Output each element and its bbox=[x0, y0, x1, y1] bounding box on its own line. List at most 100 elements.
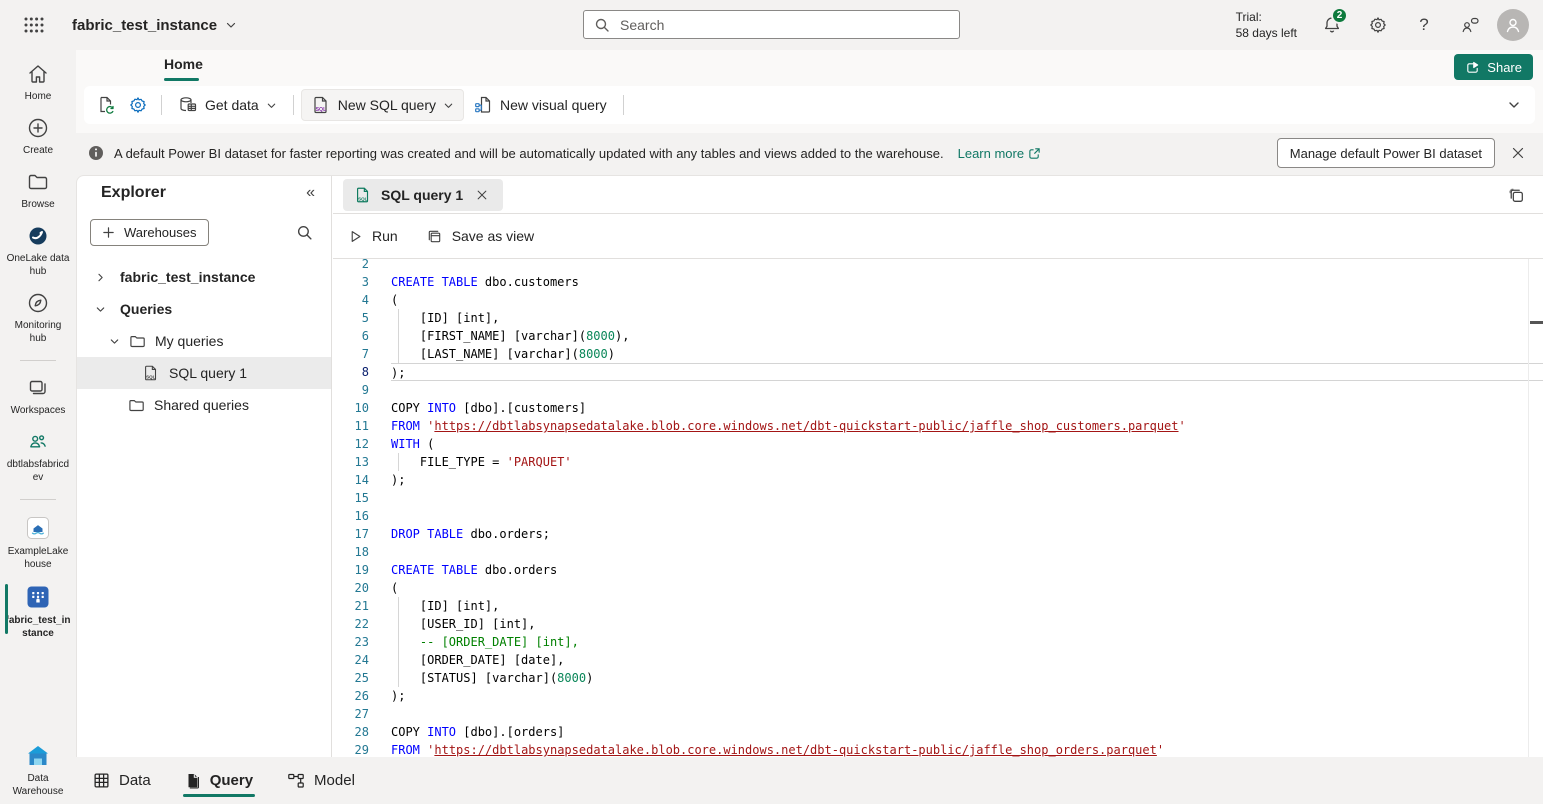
code-line[interactable]: 25 [STATUS] [varchar](8000) bbox=[333, 669, 1543, 687]
feedback-button[interactable] bbox=[1447, 1, 1493, 49]
code-line[interactable]: 12WITH ( bbox=[333, 435, 1543, 453]
code-line[interactable]: 29 FROM 'https://dbtlabsynapsedatalake.bl… bbox=[333, 741, 1543, 757]
code-line[interactable]: 26); bbox=[333, 687, 1543, 705]
code-line[interactable]: 19CREATE TABLE dbo.orders bbox=[333, 561, 1543, 579]
banner-close-button[interactable] bbox=[1505, 140, 1531, 166]
rail-item-browse[interactable]: Browse bbox=[0, 170, 76, 211]
rail-item-dbtlabsfabricdev[interactable]: dbtlabsfabricdev bbox=[0, 430, 76, 484]
tree-item-sql-query-1[interactable]: SQL SQL query 1 bbox=[77, 357, 331, 389]
tab-data[interactable]: Data bbox=[90, 757, 154, 804]
ribbon-toolbar: Get data SQL New SQL query New visual qu… bbox=[84, 86, 1535, 124]
explorer-search-button[interactable] bbox=[296, 224, 313, 241]
line-number: 17 bbox=[333, 525, 369, 543]
run-button[interactable]: Run bbox=[348, 228, 398, 244]
close-icon bbox=[1511, 146, 1525, 160]
sql-file-icon: SQL bbox=[142, 364, 160, 382]
tab-close-button[interactable] bbox=[472, 185, 492, 205]
code-line[interactable]: 2 bbox=[333, 259, 1543, 273]
tab-model-label: Model bbox=[314, 772, 355, 789]
app-launcher-button[interactable] bbox=[14, 5, 54, 45]
line-content: FROM 'https://dbtlabsynapsedatalake.blob… bbox=[391, 741, 1543, 757]
notifications-button[interactable]: 2 bbox=[1309, 1, 1355, 49]
tree-item-queries[interactable]: Queries bbox=[77, 293, 331, 325]
copy-button[interactable] bbox=[1503, 183, 1529, 207]
tree-item-my-queries[interactable]: My queries bbox=[77, 325, 331, 357]
tab-sql-query-1[interactable]: SQL SQL query 1 bbox=[343, 179, 503, 211]
tab-home[interactable]: Home bbox=[164, 56, 203, 72]
code-line[interactable]: 17DROP TABLE dbo.orders; bbox=[333, 525, 1543, 543]
code-line[interactable]: 24 [ORDER_DATE] [date], bbox=[333, 651, 1543, 669]
code-line[interactable]: 15 bbox=[333, 489, 1543, 507]
code-line[interactable]: 3CREATE TABLE dbo.customers bbox=[333, 273, 1543, 291]
rail-item-monitoring-hub[interactable]: Monitoring hub bbox=[0, 291, 76, 345]
rail-item-examplelakehouse[interactable]: ExampleLakehouse bbox=[0, 515, 76, 571]
line-content: [ID] [int], bbox=[391, 597, 1543, 615]
code-line[interactable]: 28COPY INTO [dbo].[orders] bbox=[333, 723, 1543, 741]
warehouses-label: Warehouses bbox=[124, 225, 197, 240]
new-visual-query-button[interactable]: New visual query bbox=[464, 90, 616, 120]
explorer-panel: Explorer « Warehouses fabric_test_instan… bbox=[77, 176, 332, 757]
rail-item-data-warehouse[interactable]: Data Warehouse bbox=[0, 744, 76, 798]
code-line[interactable]: 23 -- [ORDER_DATE] [int], bbox=[333, 633, 1543, 651]
settings-button[interactable] bbox=[1355, 1, 1401, 49]
code-line[interactable]: 22 [USER_ID] [int], bbox=[333, 615, 1543, 633]
rail-item-label: Workspaces bbox=[11, 404, 66, 417]
workspaces-icon bbox=[26, 376, 50, 400]
explorer-collapse-button[interactable]: « bbox=[306, 184, 315, 202]
code-line[interactable]: 6 [FIRST_NAME] [varchar](8000), bbox=[333, 327, 1543, 345]
editor-scrollbar[interactable] bbox=[1528, 259, 1529, 757]
warehouse-settings-button[interactable] bbox=[122, 90, 154, 120]
global-search[interactable] bbox=[583, 10, 960, 39]
code-line[interactable]: 5 [ID] [int], bbox=[333, 309, 1543, 327]
save-as-view-button[interactable]: Save as view bbox=[426, 228, 534, 245]
tree-item-warehouse[interactable]: fabric_test_instance bbox=[77, 261, 331, 293]
tree-item-shared-queries[interactable]: Shared queries bbox=[77, 389, 331, 421]
query-toolbar: Run Save as view bbox=[333, 214, 1543, 259]
tab-model[interactable]: Model bbox=[284, 757, 358, 804]
help-button[interactable]: ? bbox=[1401, 1, 1447, 49]
code-line[interactable]: 27 bbox=[333, 705, 1543, 723]
code-line[interactable]: 8); bbox=[333, 363, 1543, 381]
tab-query[interactable]: Query bbox=[182, 757, 256, 804]
search-input[interactable] bbox=[618, 16, 949, 34]
code-line[interactable]: 10COPY INTO [dbo].[customers] bbox=[333, 399, 1543, 417]
get-data-button[interactable]: Get data bbox=[169, 90, 286, 120]
rail-item-onelake-data-hub[interactable]: OneLake data hub bbox=[0, 224, 76, 278]
add-warehouses-button[interactable]: Warehouses bbox=[90, 219, 209, 246]
ribbon-collapse-button[interactable] bbox=[1507, 98, 1521, 112]
new-sql-query-button[interactable]: SQL New SQL query bbox=[301, 89, 464, 121]
code-line[interactable]: 7 [LAST_NAME] [varchar](8000) bbox=[333, 345, 1543, 363]
share-button[interactable]: Share bbox=[1454, 54, 1533, 80]
manage-default-dataset-button[interactable]: Manage default Power BI dataset bbox=[1277, 138, 1495, 168]
indent-guide bbox=[398, 453, 399, 471]
rail-item-label: OneLake data hub bbox=[5, 252, 71, 278]
rail-item-workspaces[interactable]: Workspaces bbox=[0, 376, 76, 417]
code-line[interactable]: 21 [ID] [int], bbox=[333, 597, 1543, 615]
sql-code-editor[interactable]: 23CREATE TABLE dbo.customers4(5 [ID] [in… bbox=[333, 259, 1543, 757]
toolbar-divider bbox=[293, 95, 294, 115]
learn-more-link[interactable]: Learn more bbox=[958, 146, 1041, 161]
line-number: 7 bbox=[333, 345, 369, 363]
line-content: CREATE TABLE dbo.orders bbox=[391, 561, 1543, 579]
line-number: 24 bbox=[333, 651, 369, 669]
code-line[interactable]: 4( bbox=[333, 291, 1543, 309]
workspace-switcher[interactable]: fabric_test_instance bbox=[72, 0, 237, 50]
query-editor: SQL SQL query 1 Run bbox=[333, 176, 1543, 757]
code-line[interactable]: 9 bbox=[333, 381, 1543, 399]
scrollbar-position-marker[interactable] bbox=[1530, 321, 1543, 324]
refresh-dataset-button[interactable] bbox=[90, 90, 122, 120]
rail-item-create[interactable]: Create bbox=[0, 116, 76, 157]
code-line[interactable]: 20( bbox=[333, 579, 1543, 597]
rail-item-home[interactable]: Home bbox=[0, 62, 76, 103]
code-line[interactable]: 18 bbox=[333, 543, 1543, 561]
line-content: [STATUS] [varchar](8000) bbox=[391, 669, 1543, 687]
account-avatar[interactable] bbox=[1497, 9, 1529, 41]
code-line[interactable]: 13 FILE_TYPE = 'PARQUET' bbox=[333, 453, 1543, 471]
line-number: 29 bbox=[333, 741, 369, 757]
code-line[interactable]: 11FROM 'https://dbtlabsynapsedatalake.bl… bbox=[333, 417, 1543, 435]
code-line[interactable]: 16 bbox=[333, 507, 1543, 525]
rail-item-fabric-test-instance[interactable]: fabric_test_instance bbox=[0, 584, 76, 640]
line-content: WITH ( bbox=[391, 435, 1543, 453]
code-line[interactable]: 14); bbox=[333, 471, 1543, 489]
svg-text:SQL: SQL bbox=[358, 197, 368, 202]
